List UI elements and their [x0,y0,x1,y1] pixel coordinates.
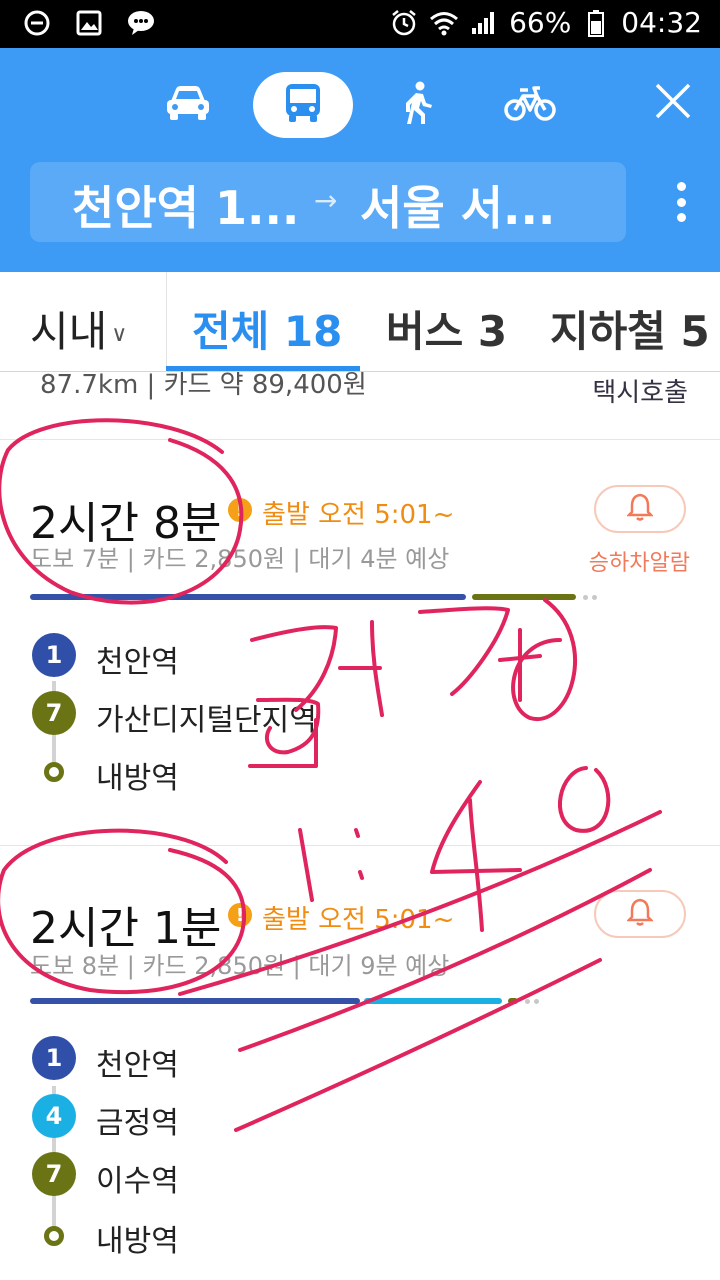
wifi-icon [429,8,459,38]
city-select-label: 시내 [30,307,108,356]
bell-icon [625,493,655,525]
segment-bar-line7 [472,594,576,600]
clock-time: 04:32 [621,6,702,39]
travel-mode-tabs [0,72,720,138]
tab-subway[interactable]: 지하철 5 [550,298,710,359]
tab-bus[interactable]: 버스 3 [386,298,507,359]
segment-bar-line7 [508,998,518,1004]
battery-icon [581,8,611,38]
more-dot-icon [676,197,686,207]
close-button[interactable] [652,82,694,124]
route-meta: 도보 7분 | 카드 2,850원 | 대기 4분 예상 [30,545,450,573]
line-badge: 1 [32,1036,76,1080]
stop-name: 가산디지털단지역 [96,703,317,738]
mode-car-button[interactable] [138,72,238,138]
line-badge: 7 [32,1152,76,1196]
bus-icon [284,82,322,128]
route-header: 천안역 1... → 서울 서... [0,48,720,272]
ride-alarm-button[interactable] [594,485,686,533]
tab-all[interactable]: 전체 18 [192,298,342,359]
car-icon [165,83,211,127]
status-bar: 66% 04:32 [0,0,720,48]
warning-icon: ! [228,903,252,927]
departure-time: 출발 오전 5:01~ [262,905,455,935]
line-badge: 1 [32,633,76,677]
previous-route-summary: 87.7km | 카드 약 89,400원 [40,372,367,400]
battery-percent: 66% [509,6,572,39]
route-card[interactable]: 2시간 1분 ! 출발 오전 5:01~ 도보 8분 | 카드 2,850원 |… [0,846,720,1280]
stop-name: 금정역 [96,1106,179,1141]
signal-icon [469,8,499,38]
mode-transit-button[interactable] [253,72,353,138]
destination-marker [44,762,64,782]
bell-icon [625,898,655,930]
stop-name: 천안역 [96,645,179,680]
segment-bar-walk [525,999,530,1004]
close-icon [654,82,692,124]
taxi-call-link[interactable]: 택시호출 [592,372,688,409]
ride-alarm-label: 승하차알람 [588,551,690,576]
more-options-button[interactable] [676,182,686,222]
bicycle-icon [504,84,556,126]
segment-bar-walk [583,595,588,600]
stop-name: 이수역 [96,1164,179,1199]
segment-bar-walk [534,999,539,1004]
divider [166,272,167,372]
mode-bike-button[interactable] [480,72,580,138]
line-badge: 7 [32,691,76,735]
route-card[interactable]: 2시간 8분 ! 출발 오전 5:01~ 도보 7분 | 카드 2,850원 |… [0,441,720,845]
destination-marker [44,1226,64,1246]
gallery-icon [74,8,104,38]
route-summary-field[interactable]: 천안역 1... → 서울 서... [30,162,626,242]
do-not-disturb-icon [22,8,52,38]
active-tab-indicator [166,366,360,371]
route-destination: 서울 서... [360,181,556,235]
segment-bar-line1 [30,998,360,1004]
departure-time: 출발 오전 5:01~ [262,500,455,530]
segment-bar-line1 [30,594,466,600]
segment-bar-walk [592,595,597,600]
chat-icon [126,8,156,38]
more-dot-icon [676,213,686,222]
stop-name: 내방역 [96,1224,179,1259]
warning-icon: ! [228,498,252,522]
segment-bar-line4 [364,998,502,1004]
previous-route-row[interactable]: 87.7km | 카드 약 89,400원 택시호출 [0,372,720,440]
ride-alarm-button[interactable] [594,890,686,938]
route-meta: 도보 8분 | 카드 2,850원 | 대기 9분 예상 [30,952,450,980]
stop-name: 천안역 [96,1048,179,1083]
mode-walk-button[interactable] [368,72,468,138]
route-arrow-icon: → [314,184,338,217]
alarm-clock-icon [389,8,419,38]
walk-icon [401,81,435,129]
more-dot-icon [676,182,686,191]
line-badge: 4 [32,1094,76,1138]
chevron-down-icon: ∨ [111,322,128,347]
stop-name: 내방역 [96,761,179,796]
route-origin: 천안역 1... [72,181,300,235]
city-select-dropdown[interactable]: 시내 ∨ [30,298,127,359]
filter-tab-bar: 시내 ∨ 전체 18 버스 3 지하철 5 [0,272,720,372]
